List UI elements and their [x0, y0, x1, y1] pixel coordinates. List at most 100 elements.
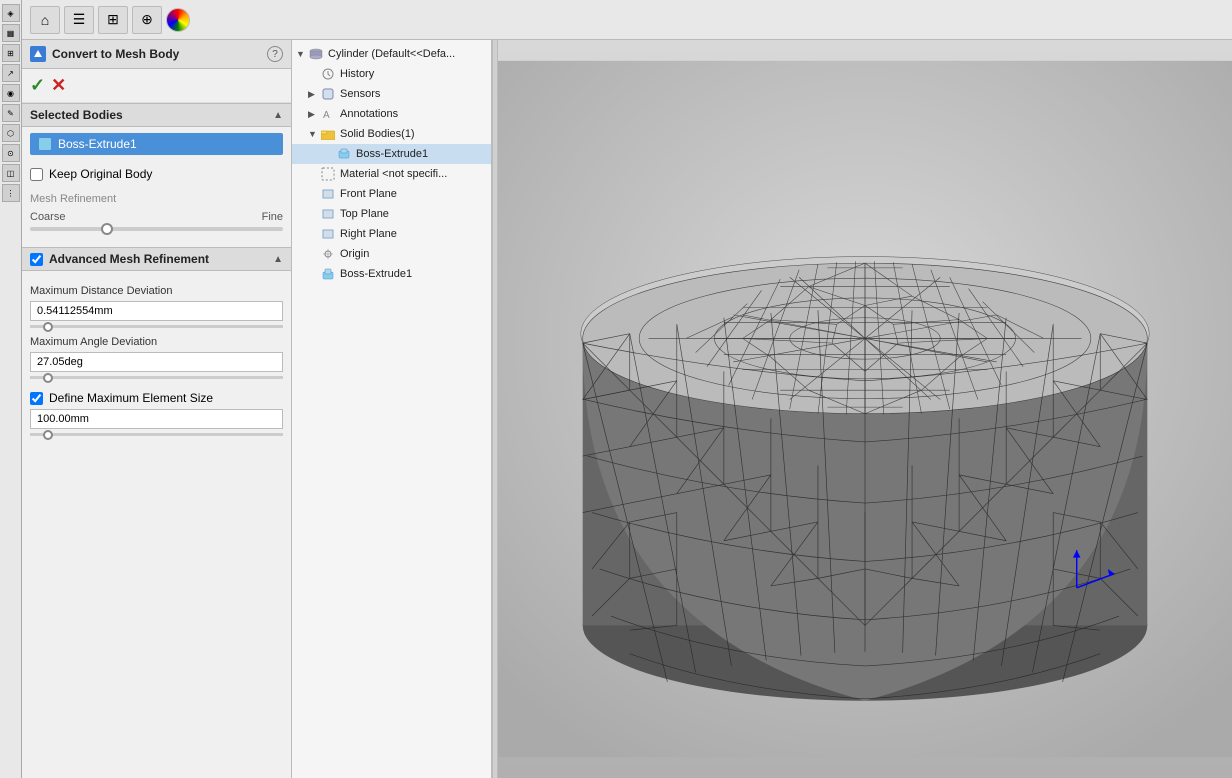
tree-boss-extrude-solid[interactable]: ▶ Boss-Extrude1	[292, 144, 491, 164]
toolbar-icon-3[interactable]: ⊞	[2, 44, 20, 62]
left-panel: Convert to Mesh Body ? ✓ ✕ Selected Bodi…	[22, 40, 292, 778]
max-distance-label: Maximum Distance Deviation	[30, 285, 283, 297]
selected-bodies-content: Boss-Extrude1	[22, 127, 291, 161]
top-toolbar: ⌂ ☰ ⊞ ⊕	[22, 0, 1232, 40]
angle-slider-thumb[interactable]	[43, 373, 53, 383]
content-area: Convert to Mesh Body ? ✓ ✕ Selected Bodi…	[22, 40, 1232, 778]
root-label: Cylinder (Default<<Defa...	[328, 48, 455, 60]
solid-bodies-label: Solid Bodies(1)	[340, 128, 415, 140]
tree-material[interactable]: ▶ Material <not specifi...	[292, 164, 491, 184]
toolbar-color-btn[interactable]	[166, 8, 190, 32]
define-max-checkbox[interactable]	[30, 392, 43, 405]
origin-label: Origin	[340, 248, 369, 260]
action-buttons: ✓ ✕	[22, 69, 291, 103]
advanced-header[interactable]: Advanced Mesh Refinement ▲	[22, 248, 291, 271]
tree-solid-bodies[interactable]: ▼ Solid Bodies(1)	[292, 124, 491, 144]
advanced-checkbox[interactable]	[30, 253, 43, 266]
annotations-icon: A	[320, 106, 336, 122]
toolbar-icon-9[interactable]: ◫	[2, 164, 20, 182]
toolbar-icon-2[interactable]: ▦	[2, 24, 20, 42]
slider-thumb[interactable]	[101, 223, 113, 235]
history-icon	[320, 66, 336, 82]
panel-header: Convert to Mesh Body ?	[22, 40, 291, 69]
sensors-label: Sensors	[340, 88, 380, 100]
toolbar-icon-6[interactable]: ✎	[2, 104, 20, 122]
left-toolbar: ◈ ▦ ⊞ ↗ ◉ ✎ ⬡ ⊙ ◫ ⋮	[0, 0, 22, 778]
mesh-refinement-section: Mesh Refinement Coarse Fine	[22, 187, 291, 247]
slider-track	[30, 227, 283, 231]
toolbar-home-btn[interactable]: ⌂	[30, 6, 60, 34]
ok-button[interactable]: ✓	[30, 75, 45, 96]
angle-slider[interactable]	[30, 376, 283, 379]
annotations-arrow: ▶	[308, 109, 320, 120]
max-angle-input[interactable]: 27.05deg	[30, 352, 283, 372]
panel-title: Convert to Mesh Body	[52, 47, 179, 61]
toolbar-icon-10[interactable]: ⋮	[2, 184, 20, 202]
coarse-fine-labels: Coarse Fine	[30, 211, 283, 223]
distance-slider[interactable]	[30, 325, 283, 328]
cancel-button[interactable]: ✕	[51, 75, 66, 96]
svg-text:A: A	[323, 110, 330, 121]
history-label: History	[340, 68, 374, 80]
viewport[interactable]	[498, 40, 1232, 778]
front-plane-label: Front Plane	[340, 188, 397, 200]
help-icon[interactable]: ?	[267, 46, 283, 62]
advanced-header-left: Advanced Mesh Refinement	[30, 252, 209, 266]
toolbar-grid-btn[interactable]: ⊞	[98, 6, 128, 34]
selected-body-name: Boss-Extrude1	[58, 137, 137, 151]
material-icon	[320, 166, 336, 182]
max-element-input[interactable]: 100.00mm	[30, 409, 283, 429]
selected-bodies-header[interactable]: Selected Bodies ▲	[22, 103, 291, 127]
sensors-arrow: ▶	[308, 89, 320, 100]
mesh-viewport	[498, 40, 1232, 778]
element-slider-thumb[interactable]	[43, 430, 53, 440]
selected-bodies-collapse-icon: ▲	[273, 110, 283, 121]
tree-top-plane[interactable]: ▶ Top Plane	[292, 204, 491, 224]
advanced-label: Advanced Mesh Refinement	[49, 252, 209, 266]
solid-bodies-icon	[320, 126, 336, 142]
distance-slider-thumb[interactable]	[43, 322, 53, 332]
root-arrow: ▼	[296, 49, 308, 59]
tree-right-plane[interactable]: ▶ Right Plane	[292, 224, 491, 244]
solid-bodies-arrow: ▼	[308, 129, 320, 139]
origin-icon	[320, 246, 336, 262]
top-plane-label: Top Plane	[340, 208, 389, 220]
toolbar-list-btn[interactable]: ☰	[64, 6, 94, 34]
advanced-collapse-icon: ▲	[273, 254, 283, 265]
selected-body-item[interactable]: Boss-Extrude1	[30, 133, 283, 155]
main-layout: ⌂ ☰ ⊞ ⊕ Convert to Mesh Body ?	[22, 0, 1232, 778]
fine-label: Fine	[262, 211, 283, 223]
toolbar-icon-4[interactable]: ↗	[2, 64, 20, 82]
root-icon	[308, 46, 324, 62]
mesh-refinement-label: Mesh Refinement	[30, 193, 283, 205]
boss-extrude-solid-icon	[336, 146, 352, 162]
body-icon	[38, 137, 52, 151]
tree-annotations[interactable]: ▶ A Annotations	[292, 104, 491, 124]
toolbar-icon-8[interactable]: ⊙	[2, 144, 20, 162]
top-plane-icon	[320, 206, 336, 222]
toolbar-target-btn[interactable]: ⊕	[132, 6, 162, 34]
toolbar-icon-1[interactable]: ◈	[2, 4, 20, 22]
feature-tree: ▼ Cylinder (Default<<Defa... ▶ History	[292, 40, 492, 778]
tree-root[interactable]: ▼ Cylinder (Default<<Defa...	[292, 44, 491, 64]
tree-boss-extrude[interactable]: ▶ Boss-Extrude1	[292, 264, 491, 284]
define-max-label: Define Maximum Element Size	[49, 391, 213, 405]
keep-original-checkbox[interactable]	[30, 168, 43, 181]
tree-sensors[interactable]: ▶ Sensors	[292, 84, 491, 104]
annotations-label: Annotations	[340, 108, 398, 120]
tree-front-plane[interactable]: ▶ Front Plane	[292, 184, 491, 204]
front-plane-icon	[320, 186, 336, 202]
convert-mesh-icon	[30, 46, 46, 62]
mesh-refinement-slider[interactable]	[30, 227, 283, 231]
element-slider[interactable]	[30, 433, 283, 436]
selected-bodies-label: Selected Bodies	[30, 108, 123, 122]
keep-original-label: Keep Original Body	[49, 167, 152, 181]
max-angle-label: Maximum Angle Deviation	[30, 336, 283, 348]
tree-history[interactable]: ▶ History	[292, 64, 491, 84]
toolbar-icon-5[interactable]: ◉	[2, 84, 20, 102]
tree-origin[interactable]: ▶ Origin	[292, 244, 491, 264]
toolbar-icon-7[interactable]: ⬡	[2, 124, 20, 142]
keep-original-row: Keep Original Body	[22, 161, 291, 187]
sensors-icon	[320, 86, 336, 102]
max-distance-input[interactable]: 0.54112554mm	[30, 301, 283, 321]
